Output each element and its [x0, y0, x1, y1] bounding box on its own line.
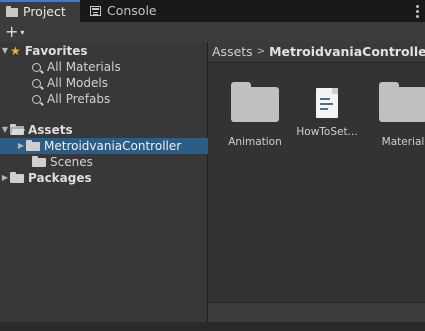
console-icon [90, 6, 102, 16]
plus-icon: + [5, 22, 19, 41]
asset-folder-material[interactable]: Material [368, 82, 425, 148]
project-tree: ▼ ★ Favorites All Materials All Models A… [0, 42, 223, 331]
tab-bar: Project Console [0, 0, 425, 22]
folder-icon [32, 156, 46, 167]
favorites-label: Favorites [24, 44, 88, 58]
more-options-icon[interactable] [416, 5, 419, 18]
tab-project-label: Project [23, 4, 66, 19]
breadcrumb-separator: > [256, 46, 266, 57]
assets-label: Assets [28, 123, 73, 137]
tab-console[interactable]: Console [84, 0, 170, 22]
tree-item-all-materials[interactable]: All Materials [0, 59, 239, 75]
search-icon [32, 78, 41, 88]
breadcrumb-root[interactable]: Assets [212, 42, 253, 62]
search-icon [32, 94, 41, 104]
tree-item-favorites[interactable]: ▼ ★ Favorites [0, 43, 207, 59]
tree-item-all-prefabs[interactable]: All Prefabs [0, 91, 239, 107]
tree-item-packages[interactable]: ▶ Packages [0, 170, 207, 186]
tree-item-assets[interactable]: ▼ Assets [0, 122, 207, 138]
tree-item-metroidvaniacontroller[interactable]: ▶ MetroidvaniaController [0, 138, 223, 154]
collapse-arrow-icon[interactable]: ▶ [16, 138, 26, 154]
tab-console-label: Console [107, 3, 157, 18]
tree-item-label: All Materials [47, 60, 121, 74]
folder-icon [231, 82, 279, 122]
tree-item-label: MetroidvaniaController [44, 139, 182, 153]
expand-arrow-icon[interactable]: ▼ [0, 43, 10, 59]
tree-item-scenes[interactable]: Scenes [0, 154, 239, 170]
tree-item-label: All Prefabs [47, 92, 111, 106]
collapse-arrow-icon[interactable]: ▶ [0, 170, 10, 186]
search-icon [32, 62, 41, 72]
folder-icon [10, 172, 24, 183]
folder-icon [6, 6, 18, 17]
folder-icon [379, 82, 425, 122]
asset-document-howtoset[interactable]: HowToSet... [292, 82, 362, 138]
chevron-down-icon: ▾ [20, 27, 25, 37]
asset-browser-footer [208, 302, 425, 323]
asset-label: Material [381, 136, 425, 148]
folder-icon [26, 140, 40, 151]
document-icon [316, 88, 338, 118]
asset-folder-animation[interactable]: Animation [220, 82, 290, 148]
asset-label: HowToSet... [296, 126, 358, 138]
tab-project[interactable]: Project [0, 0, 80, 22]
expand-arrow-icon[interactable]: ▼ [0, 122, 10, 138]
folder-open-icon [10, 124, 25, 135]
star-icon: ★ [10, 44, 21, 58]
tree-item-label: Scenes [50, 155, 93, 169]
breadcrumb-current[interactable]: MetroidvaniaController [269, 42, 425, 62]
asset-browser: Assets > MetroidvaniaController Animatio… [208, 42, 425, 331]
tree-item-label: All Models [47, 76, 108, 90]
asset-label: Animation [228, 136, 282, 148]
window-bottom-edge [0, 322, 425, 331]
add-asset-button[interactable]: + ▾ [5, 23, 24, 41]
tree-item-all-models[interactable]: All Models [0, 75, 239, 91]
project-toolbar: + ▾ [0, 22, 425, 43]
breadcrumb: Assets > MetroidvaniaController [208, 42, 425, 63]
packages-label: Packages [28, 171, 92, 185]
